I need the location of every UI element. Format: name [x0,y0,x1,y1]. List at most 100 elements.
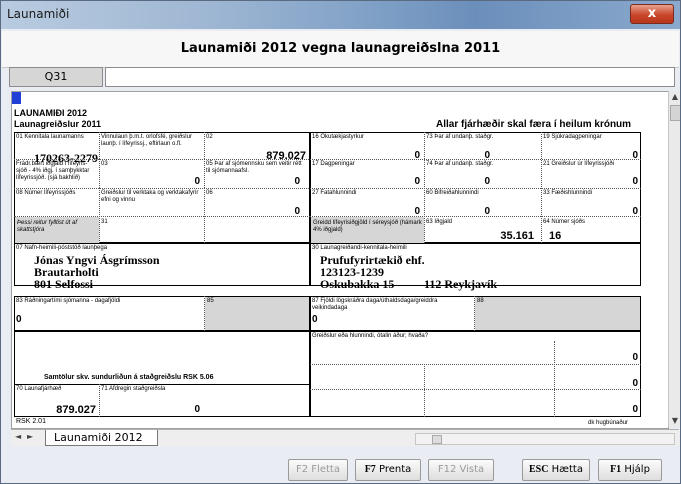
field-83-label: 83 Ráðningartími sjómanna - dagafjöldi [16,298,121,304]
divider [14,216,310,217]
app-window: Launamiði x Launamiði 2012 vegna launagr… [0,0,681,484]
field-08-label: 08 Númer lífeyrissjóðs [16,190,76,196]
divider [99,384,100,417]
form-subheading: Launagreiðslur 2011 [14,119,102,129]
tab-next-icon[interactable]: ► [27,432,33,441]
hjalp-label: Hjálp [624,464,650,475]
field-88-label: 88 [477,298,484,304]
prenta-label: Prenta [379,464,412,475]
field-87-label: 87 Fjöldi lögskráðra daga/úthaldsdaga/gr… [312,298,438,311]
field-03-value[interactable]: 0 [164,176,200,187]
divider [204,159,205,188]
field-85-cell [205,297,309,330]
hjalp-button[interactable]: F1 Hjálp [598,459,662,481]
field-74-value[interactable]: 0 [454,176,490,187]
tab-prev-icon[interactable]: ◄ [15,432,21,441]
field-33-label: 33 Fæðishlunnindi [543,190,593,196]
employer-street[interactable]: Oskubakka 15 [320,278,394,291]
field-64-label: 64 Númer sjóðs [543,219,586,225]
cell-value-input[interactable] [105,67,675,87]
field-17-label: 17 Dagpeningar [312,161,355,167]
divider [14,159,641,160]
form-sheet[interactable]: LAUNAMIÐI 2012 Launagreiðslur 2011 Allar… [11,91,669,429]
hjalp-key: F1 [610,464,622,475]
divider [554,341,555,417]
horizontal-scrollbar[interactable] [415,433,675,445]
form-instruction: Allar fjárhæðir skal færa í heilum krónu… [436,119,632,130]
footer-toolbar: F2 Fletta F7 Prenta F12 Vista ESC Hætta … [2,447,679,483]
greitt-label: Greidd lífeyrisiðgjöld í séreysjóð (háma… [313,220,422,233]
hlunnindi-label: Greiðslur eða hlunnindi, ótalin áður; hv… [312,333,429,339]
field-71-value[interactable]: 0 [164,404,200,415]
haetta-key: ESC [529,464,549,475]
vertical-scrollbar[interactable]: ▲ ▼ [668,91,680,427]
field-03-label: 03 [101,161,108,167]
title-bar: Launamiði x [1,1,680,29]
field-73-label: 73 Þar af undanþ. staðgr. [426,134,494,140]
field-07-label: 07 Nafn-heimili-póststöð launþega [16,245,108,251]
field-01-label: 01 Kennitala launamanns [16,134,84,140]
hlunnindi-value-2[interactable]: 0 [594,378,638,389]
haetta-label: Hætta [551,464,583,475]
scroll-down-icon[interactable]: ▼ [669,415,680,427]
field-05-label: 05 Þar af sjómennsku sem veitir rétt til… [206,161,302,174]
scroll-up-icon[interactable]: ▲ [669,91,680,103]
field-70-value[interactable]: 879.027 [16,404,96,416]
software-label: dk hugbúnaður [588,420,629,426]
field-17-value[interactable]: 0 [384,176,420,187]
field-06-label: 06 [206,190,213,196]
prenta-button[interactable]: F7 Prenta [355,459,421,481]
vinnulaun-label: Vinnulaun þ.m.t. orlofsfé, greiðslur lau… [101,134,192,147]
form-heading: LAUNAMIÐI 2012 [14,108,88,118]
field-85-label: 85 [207,298,214,304]
field-83-value[interactable]: 0 [16,314,36,325]
hscroll-thumb[interactable] [432,435,442,444]
hlunnindi-value-1[interactable]: 0 [594,352,638,363]
haetta-button[interactable]: ESC Hætta [522,459,590,481]
hlunnindi-value-3[interactable]: 0 [594,404,638,415]
employer-city[interactable]: 112 Reykjavík [424,278,497,291]
prenta-key: F7 [364,464,376,475]
divider [99,132,100,159]
field-21-value[interactable]: 0 [594,176,638,187]
field-63-label: 63 Iðgjald [426,219,453,225]
divider [99,159,100,188]
field-71-label: 71 Afdregin staðgreiðsla [101,386,166,392]
employee-city[interactable]: 801 Selfossi [34,278,93,291]
cell-reference: Q31 [9,67,103,87]
field-63-value[interactable]: 35.161 [454,230,534,242]
form-header: Launamiði 2012 vegna launagreiðslna 2011 [2,31,679,68]
divider [14,384,310,385]
verktak-label: Greiðslur til verktaka og verktakafyrir … [101,190,199,203]
vista-button[interactable]: F12 Vista [428,459,494,481]
scroll-thumb[interactable] [670,105,680,121]
page-title: Launamiði 2012 vegna launagreiðslna 2011 [180,41,501,56]
sheet-tab-bar: ◄ ► Launamiði 2012 [11,429,679,446]
field-19-label: 19 Sjúkradagpeningar [543,134,602,140]
field-21-label: 21 Greiðslur úr lífeyrissjóði [543,161,615,167]
close-button[interactable]: x [630,4,674,24]
field-70-label: 70 Launafjárhæð [16,386,62,392]
field-60-label: 60 Bifreiðahlunnindi [426,190,479,196]
field-88-cell [475,297,640,330]
divider [310,364,641,365]
window-title: Launamiði [7,7,70,21]
rsk-label: RSK 2.01 [16,418,46,425]
field-87-value[interactable]: 0 [312,314,324,325]
field-16-label: 16 Ökutækjastyrkur [312,134,365,140]
selected-cell-marker [12,92,21,104]
divider [310,389,641,390]
field-05-value[interactable]: 0 [264,176,300,187]
skattstjora-label: Þessi reitur fylltist út af skattstjóra [17,220,78,233]
fradr-label: Frádr.bært iðgjald í lífeyris- sjóð - 4%… [16,161,90,181]
field-31-label: 31 [101,219,108,225]
field-74-label: 74 Þar af undanþ. staðgr. [426,161,494,167]
other-benefits-box [310,331,641,417]
tab-launamidi-2012[interactable]: Launamiði 2012 [45,430,158,446]
divider [204,132,205,159]
fletta-button[interactable]: F2 Fletta [288,459,348,481]
samtolur-label: Samtölur skv. sundurliðun á staðgreiðslu… [44,374,214,381]
field-64-value[interactable]: 16 [549,230,579,242]
field-02-label: 02 [206,134,213,140]
divider [424,364,425,417]
